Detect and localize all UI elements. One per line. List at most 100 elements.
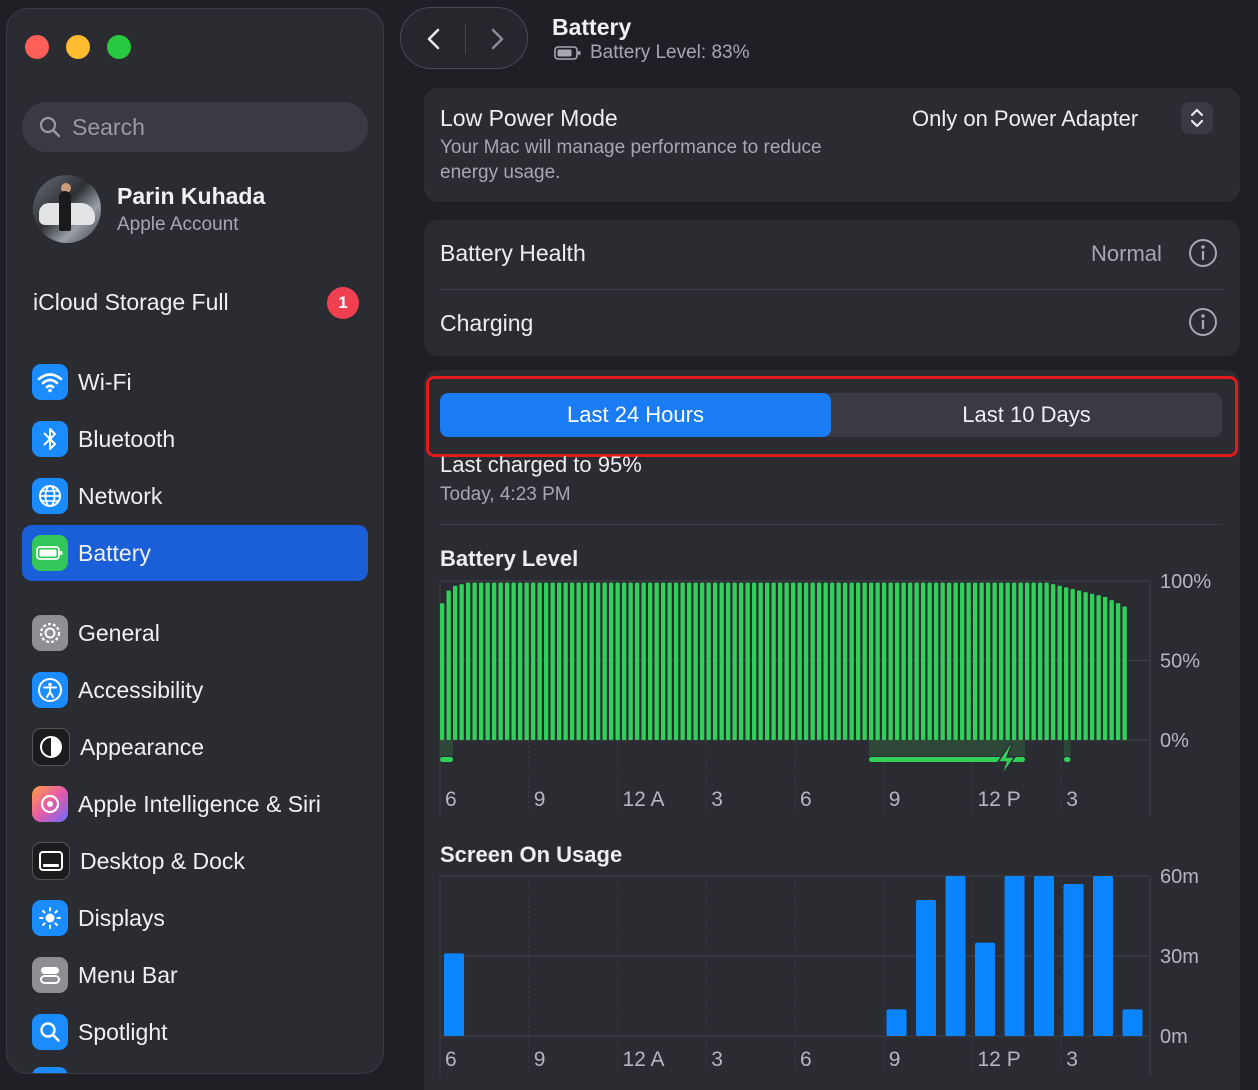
battery-level-bar bbox=[641, 582, 646, 740]
battery-level-bar bbox=[791, 582, 796, 740]
battery-level-bar bbox=[446, 590, 451, 740]
battery-level-bar bbox=[596, 582, 601, 740]
battery-level-bar bbox=[1109, 600, 1114, 740]
charts-canvas: 100% 50% 0% 6 9 12 A 3 6 9 12 P 3 60m 30m 0m 6 9 12 A 3 6 9… bbox=[439, 571, 1211, 1076]
battery-level-x-tick: 12 P bbox=[978, 788, 1021, 811]
battery-level-bar bbox=[934, 582, 939, 740]
battery-level-bar bbox=[537, 582, 542, 740]
screen-usage-x-tick: 9 bbox=[889, 1048, 901, 1071]
screen-usage-bar bbox=[1034, 876, 1055, 1036]
battery-level-bar bbox=[745, 582, 750, 740]
battery-level-bar bbox=[927, 582, 932, 740]
screen-usage-x-tick: 6 bbox=[800, 1048, 812, 1071]
battery-level-bar bbox=[1103, 596, 1108, 740]
battery-level-bar bbox=[583, 582, 588, 740]
battery-level-bar bbox=[479, 582, 484, 740]
battery-level-bar bbox=[1122, 606, 1127, 740]
battery-level-bar bbox=[960, 582, 965, 740]
battery-level-bar bbox=[953, 582, 958, 740]
screen-usage-bar bbox=[975, 942, 996, 1036]
battery-level-bar bbox=[875, 582, 880, 740]
battery-level-bar bbox=[1005, 582, 1010, 740]
battery-level-bar bbox=[628, 582, 633, 740]
battery-level-bar bbox=[1077, 590, 1082, 740]
battery-level-bar bbox=[622, 582, 627, 740]
battery-level-bar bbox=[654, 582, 659, 740]
battery-level-bar bbox=[713, 582, 718, 740]
battery-level-bar bbox=[966, 582, 971, 740]
battery-level-x-tick: 12 A bbox=[623, 788, 665, 811]
battery-level-bar bbox=[823, 582, 828, 740]
battery-level-bar bbox=[589, 582, 594, 740]
battery-level-bar bbox=[505, 582, 510, 740]
battery-level-bar bbox=[914, 582, 919, 740]
battery-level-bar bbox=[986, 582, 991, 740]
battery-level-bar bbox=[810, 582, 815, 740]
battery-level-bar bbox=[511, 582, 516, 740]
battery-level-bar bbox=[1083, 592, 1088, 740]
charging-indicator bbox=[1064, 757, 1071, 762]
battery-level-bar bbox=[947, 582, 952, 740]
battery-level-bar bbox=[1025, 582, 1030, 740]
battery-level-bar bbox=[466, 582, 471, 740]
battery-level-bar bbox=[661, 582, 666, 740]
battery-level-x-tick: 9 bbox=[889, 788, 901, 811]
battery-level-bar bbox=[459, 584, 464, 740]
battery-level-bar bbox=[700, 582, 705, 740]
battery-level-bar bbox=[888, 582, 893, 740]
battery-level-bar bbox=[758, 582, 763, 740]
screen-usage-bar bbox=[1122, 1009, 1143, 1036]
battery-level-bar bbox=[843, 582, 848, 740]
battery-level-bar bbox=[882, 582, 887, 740]
battery-level-bar bbox=[1044, 582, 1049, 740]
screen-usage-bar bbox=[1093, 876, 1114, 1036]
battery-level-bar bbox=[609, 582, 614, 740]
battery-level-bar bbox=[1018, 582, 1023, 740]
battery-level-bar bbox=[1090, 593, 1095, 740]
battery-level-bar bbox=[498, 582, 503, 740]
battery-level-bar bbox=[784, 582, 789, 740]
battery-level-bar bbox=[492, 582, 497, 740]
screen-usage-bar bbox=[945, 876, 966, 1036]
battery-level-bar bbox=[1012, 582, 1017, 740]
battery-level-bar bbox=[739, 582, 744, 740]
screen-usage-x-tick: 12 A bbox=[623, 1048, 665, 1071]
battery-level-bar bbox=[680, 582, 685, 740]
screen-usage-bar bbox=[886, 1009, 907, 1036]
battery-level-bar bbox=[836, 582, 841, 740]
battery-level-bar bbox=[940, 582, 945, 740]
screen-usage-y-tick: 60m bbox=[1160, 866, 1199, 888]
battery-level-bar bbox=[1116, 603, 1121, 740]
battery-level-bar bbox=[648, 582, 653, 740]
battery-level-bar bbox=[706, 582, 711, 740]
battery-level-bar bbox=[1031, 582, 1036, 740]
charging-shade bbox=[1064, 740, 1071, 756]
battery-level-x-tick: 3 bbox=[1066, 788, 1078, 811]
battery-level-bar bbox=[667, 582, 672, 740]
battery-level-bar bbox=[901, 582, 906, 740]
battery-level-bar bbox=[849, 582, 854, 740]
battery-level-bar bbox=[908, 582, 913, 740]
battery-level-bar bbox=[453, 585, 458, 740]
battery-level-bar bbox=[999, 582, 1004, 740]
charging-shade bbox=[440, 740, 453, 756]
battery-level-bar bbox=[895, 582, 900, 740]
charging-shade bbox=[869, 740, 1025, 756]
battery-level-bar bbox=[531, 582, 536, 740]
charging-indicator bbox=[440, 757, 453, 762]
battery-level-x-tick: 6 bbox=[800, 788, 812, 811]
battery-level-bar bbox=[752, 582, 757, 740]
battery-level-bar bbox=[518, 582, 523, 740]
battery-level-bar bbox=[557, 582, 562, 740]
battery-level-bar bbox=[973, 582, 978, 740]
battery-level-bar bbox=[771, 582, 776, 740]
screen-usage-x-tick: 12 P bbox=[978, 1048, 1021, 1071]
screen-usage-x-tick: 9 bbox=[534, 1048, 546, 1071]
battery-level-bar bbox=[830, 582, 835, 740]
battery-level-bar bbox=[726, 582, 731, 740]
battery-level-bar bbox=[485, 582, 490, 740]
battery-level-y-tick: 50% bbox=[1160, 651, 1200, 673]
battery-level-bar bbox=[862, 582, 867, 740]
battery-level-bar bbox=[635, 582, 640, 740]
battery-level-bar bbox=[524, 582, 529, 740]
